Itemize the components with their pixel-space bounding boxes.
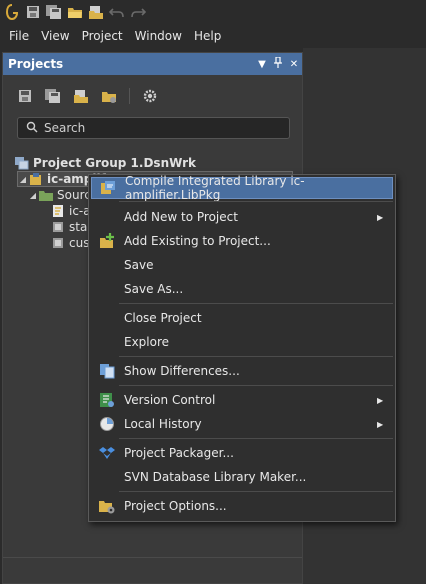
- local-history-icon: [94, 413, 120, 435]
- submenu-arrow-icon: ▶: [377, 419, 384, 429]
- menu-item-add-existing[interactable]: Add Existing to Project...: [91, 230, 393, 252]
- collapse-arrow-icon[interactable]: ◢: [18, 175, 28, 184]
- packager-icon: [94, 442, 120, 464]
- panel-title: Projects: [8, 57, 64, 71]
- pcb-library-icon: [50, 236, 66, 250]
- menu-divider: [119, 356, 393, 357]
- menu-view[interactable]: View: [37, 24, 77, 48]
- save-icon[interactable]: [15, 86, 35, 106]
- menu-item-compile-library[interactable]: Compile Integrated Library ic-amplifier.…: [91, 174, 393, 202]
- menu-item-label: Save As...: [124, 282, 184, 296]
- undo-icon[interactable]: [109, 4, 125, 20]
- save-all-icon[interactable]: [46, 4, 62, 20]
- project-group-label: Project Group 1.DsnWrk: [33, 156, 197, 170]
- menu-window[interactable]: Window: [131, 24, 190, 48]
- menu-item-svn-db-library-maker[interactable]: SVN Database Library Maker...: [91, 466, 393, 488]
- menu-item-label: Add Existing to Project...: [124, 234, 271, 248]
- menu-item-explore[interactable]: Explore: [91, 331, 393, 353]
- panel-footer: [3, 557, 302, 583]
- menu-item-save[interactable]: Save: [91, 254, 393, 276]
- menu-project[interactable]: Project: [78, 24, 131, 48]
- dropdown-icon[interactable]: ▼: [254, 59, 270, 70]
- project-group-icon: [14, 156, 30, 170]
- menu-item-label: Save: [124, 258, 154, 272]
- library-package-icon: [28, 172, 44, 186]
- quick-access-toolbar: [0, 0, 426, 24]
- menu-item-add-new[interactable]: Add New to Project ▶: [91, 206, 393, 228]
- menu-divider: [119, 438, 393, 439]
- tree-row-project-group[interactable]: Project Group 1.DsnWrk: [14, 155, 302, 171]
- menu-file[interactable]: File: [5, 24, 37, 48]
- menu-item-project-options[interactable]: Project Options...: [91, 495, 393, 517]
- open-folder-icon[interactable]: [99, 86, 119, 106]
- menu-divider: [119, 385, 393, 386]
- open-folder-icon[interactable]: [67, 4, 83, 20]
- folder-icon: [38, 188, 54, 202]
- open-project-icon[interactable]: [71, 86, 91, 106]
- submenu-arrow-icon: ▶: [377, 395, 384, 405]
- menu-item-label: Show Differences...: [124, 364, 240, 378]
- folder-label: Sourc: [57, 188, 91, 202]
- redo-icon[interactable]: [130, 4, 146, 20]
- search-placeholder: Search: [44, 121, 86, 135]
- menu-item-label: Version Control: [124, 393, 216, 407]
- menu-item-label: Explore: [124, 335, 170, 349]
- close-icon[interactable]: ✕: [286, 59, 302, 70]
- menu-item-label: Compile Integrated Library ic-amplifier.…: [125, 174, 305, 202]
- toolbar-divider: [129, 88, 130, 104]
- menu-item-label: Project Options...: [124, 499, 227, 513]
- menu-help[interactable]: Help: [190, 24, 229, 48]
- menu-item-local-history[interactable]: Local History ▶: [91, 413, 393, 435]
- save-all-icon[interactable]: [43, 86, 63, 106]
- pin-icon[interactable]: [270, 56, 286, 71]
- differences-icon: [94, 360, 120, 382]
- menu-divider: [119, 303, 393, 304]
- open-project-icon[interactable]: [88, 4, 104, 20]
- search-icon: [26, 121, 38, 136]
- collapse-arrow-icon[interactable]: ◢: [28, 191, 38, 200]
- menu-item-version-control[interactable]: Version Control ▶: [91, 389, 393, 411]
- menu-divider: [119, 201, 393, 202]
- panel-header: Projects ▼ ✕: [3, 53, 302, 75]
- menu-item-project-packager[interactable]: Project Packager...: [91, 442, 393, 464]
- menu-item-label: Project Packager...: [124, 446, 234, 460]
- panel-toolbar: [3, 75, 302, 117]
- menu-divider: [119, 491, 393, 492]
- context-menu: Compile Integrated Library ic-amplifier.…: [88, 174, 396, 522]
- menu-item-label: Local History: [124, 417, 202, 431]
- menu-item-label: SVN Database Library Maker...: [124, 470, 307, 484]
- menu-bar: File View Project Window Help: [0, 24, 426, 48]
- menu-item-save-as[interactable]: Save As...: [91, 278, 393, 300]
- submenu-arrow-icon: ▶: [377, 212, 384, 222]
- menu-item-label: Add New to Project: [124, 210, 238, 224]
- settings-icon[interactable]: [140, 86, 160, 106]
- menu-item-close-project[interactable]: Close Project: [91, 307, 393, 329]
- schematic-library-icon: [50, 204, 66, 218]
- project-options-icon: [94, 495, 120, 517]
- app-logo-icon[interactable]: [4, 4, 20, 20]
- search-input[interactable]: Search: [17, 117, 290, 139]
- save-icon[interactable]: [25, 4, 41, 20]
- add-existing-icon: [94, 230, 120, 252]
- menu-item-label: Close Project: [124, 311, 202, 325]
- pcb-library-icon: [50, 220, 66, 234]
- compile-icon: [95, 177, 121, 199]
- version-control-icon: [94, 389, 120, 411]
- menu-item-show-differences[interactable]: Show Differences...: [91, 360, 393, 382]
